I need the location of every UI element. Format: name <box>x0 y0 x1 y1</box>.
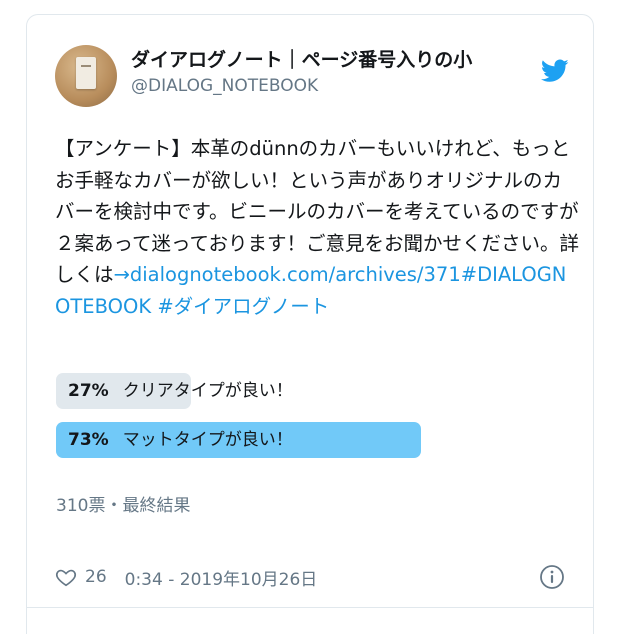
poll-summary: 310票・最終結果 <box>56 496 191 516</box>
poll-percent: 73% <box>68 430 109 450</box>
account-handle[interactable]: @DIALOG_NOTEBOOK <box>131 75 318 97</box>
hashtag-dialog-note[interactable]: #ダイアログノート <box>157 295 329 318</box>
account-name[interactable]: ダイアログノート｜ページ番号入りの小 <box>131 47 541 73</box>
poll-option-text: クリアタイプが良い！ <box>122 381 293 401</box>
timestamp[interactable]: 0:34 - 2019年10月26日 <box>125 565 318 590</box>
poll-option-matte: 73% マットタイプが良い！ <box>56 422 556 458</box>
tweet-card: ダイアログノート｜ページ番号入りの小 @DIALOG_NOTEBOOK 【アンケ… <box>26 14 594 634</box>
twitter-bird-icon[interactable] <box>541 59 569 83</box>
divider <box>27 607 593 608</box>
tweet-footer: 26 0:34 - 2019年10月26日 <box>55 563 317 591</box>
poll-label-matte: 73% マットタイプが良い！ <box>68 422 293 458</box>
poll-percent: 27% <box>68 381 109 401</box>
tweet-text: 【アンケート】本革のdünnのカバーもいいけれど、もっとお手軽なカバーが欲しい！… <box>55 133 580 322</box>
archive-link[interactable]: →dialognotebook.com/archives/371 <box>114 263 461 286</box>
like-count[interactable]: 26 <box>85 567 107 587</box>
notebook-avatar-image <box>76 57 96 89</box>
avatar[interactable] <box>55 45 117 107</box>
poll-option-text: マットタイプが良い！ <box>122 430 293 450</box>
heart-icon[interactable] <box>55 566 77 588</box>
poll-label-clear: 27% クリアタイプが良い！ <box>68 373 293 409</box>
info-icon[interactable] <box>539 564 565 590</box>
poll-option-clear: 27% クリアタイプが良い！ <box>56 373 556 409</box>
